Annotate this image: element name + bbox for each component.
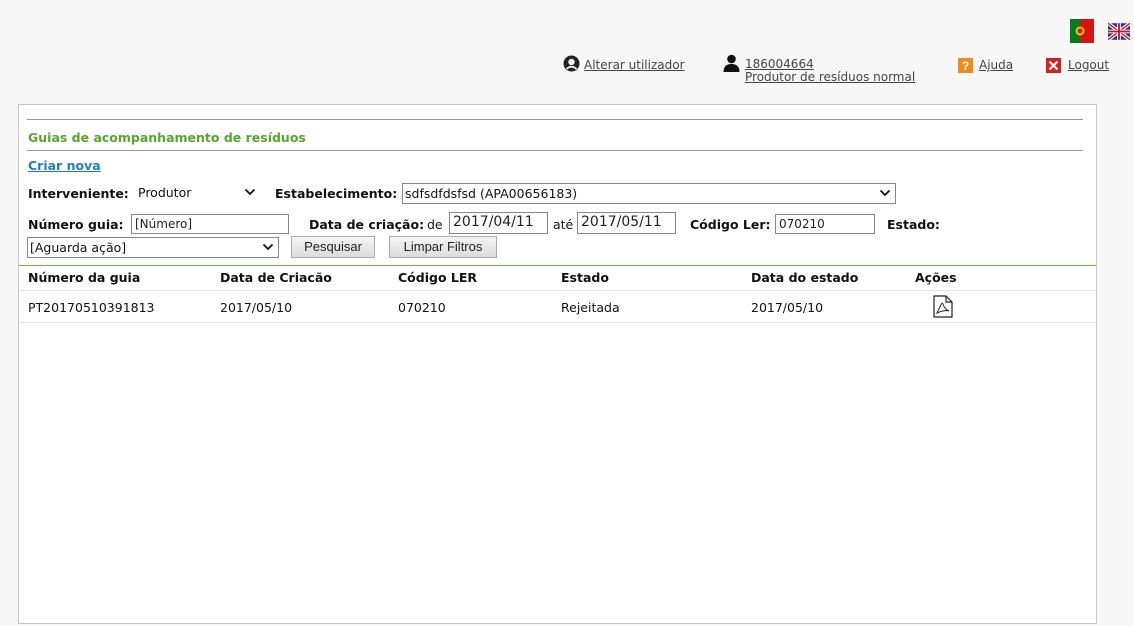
interveniente-label: Interveniente: [28,186,129,201]
logout-link[interactable]: Logout [1068,58,1109,72]
user-switch-icon [563,55,580,72]
column-header[interactable]: Código LER [398,270,477,285]
data-criacao-label: Data de criação: [309,217,425,232]
cell-data-criacao: 2017/05/10 [220,300,293,315]
section-title: Guias de acompanhamento de resíduos [28,130,306,145]
pdf-icon[interactable] [932,295,954,318]
user-id-link[interactable]: 186004664 [745,57,814,71]
column-header[interactable]: Estado [561,270,609,285]
date-from-label: de [427,217,443,232]
table-header: Número da guia Data de Criacão Código LE… [19,266,1096,289]
numero-guia-input[interactable]: [Número] [131,214,289,234]
interveniente-value: Produtor [138,185,192,200]
chevron-down-icon [879,189,891,197]
english-flag-icon[interactable] [1108,23,1130,40]
clear-filters-button[interactable]: Limpar Filtros [389,236,497,258]
numero-guia-label: Número guia: [28,217,124,232]
table-row[interactable]: PT20170510391813 2017/05/10 070210 Rejei… [19,290,1096,323]
column-header[interactable]: Data de Criacão [220,270,332,285]
user-role-link[interactable]: Produtor de resíduos normal [745,70,915,84]
search-button[interactable]: Pesquisar [291,236,375,258]
chevron-down-icon [262,243,274,251]
logout-icon [1046,58,1061,73]
date-to-input[interactable]: 2017/05/11 [577,212,676,234]
estado-label: Estado: [887,217,940,232]
change-user-link[interactable]: Alterar utilizador [584,58,685,72]
cell-numero: PT20170510391813 [28,300,155,315]
portuguese-flag-icon[interactable] [1070,19,1094,43]
svg-text:?: ? [962,59,969,73]
codigo-ler-input[interactable]: 070210 [775,214,875,234]
column-header: Ações [915,270,957,285]
date-to-label: até [553,217,574,232]
cell-estado: Rejeitada [561,300,620,315]
interveniente-select[interactable]: Produtor [136,183,260,204]
estabelecimento-label: Estabelecimento: [275,186,398,201]
column-header[interactable]: Data do estado [751,270,858,285]
cell-codigo: 070210 [398,300,446,315]
help-icon: ? [958,58,973,73]
help-link[interactable]: Ajuda [979,58,1013,72]
estabelecimento-select[interactable]: sdfsdfdsfsd (APA00656183) [402,183,896,204]
estabelecimento-value: sdfsdfdsfsd (APA00656183) [405,186,578,201]
chevron-down-icon [244,188,256,196]
codigo-ler-label: Código Ler: [690,217,771,232]
estado-value: [Aguarda ação] [30,240,127,255]
date-from-input[interactable]: 2017/04/11 [449,212,548,234]
cell-data-estado: 2017/05/10 [751,300,824,315]
user-icon [723,54,740,72]
divider [27,150,1083,151]
estado-select[interactable]: [Aguarda ação] [27,237,279,258]
main-panel: Guias de acompanhamento de resíduos Cria… [18,104,1097,624]
divider [27,119,1083,120]
create-new-link[interactable]: Criar nova [28,158,101,173]
column-header[interactable]: Número da guia [28,270,140,285]
